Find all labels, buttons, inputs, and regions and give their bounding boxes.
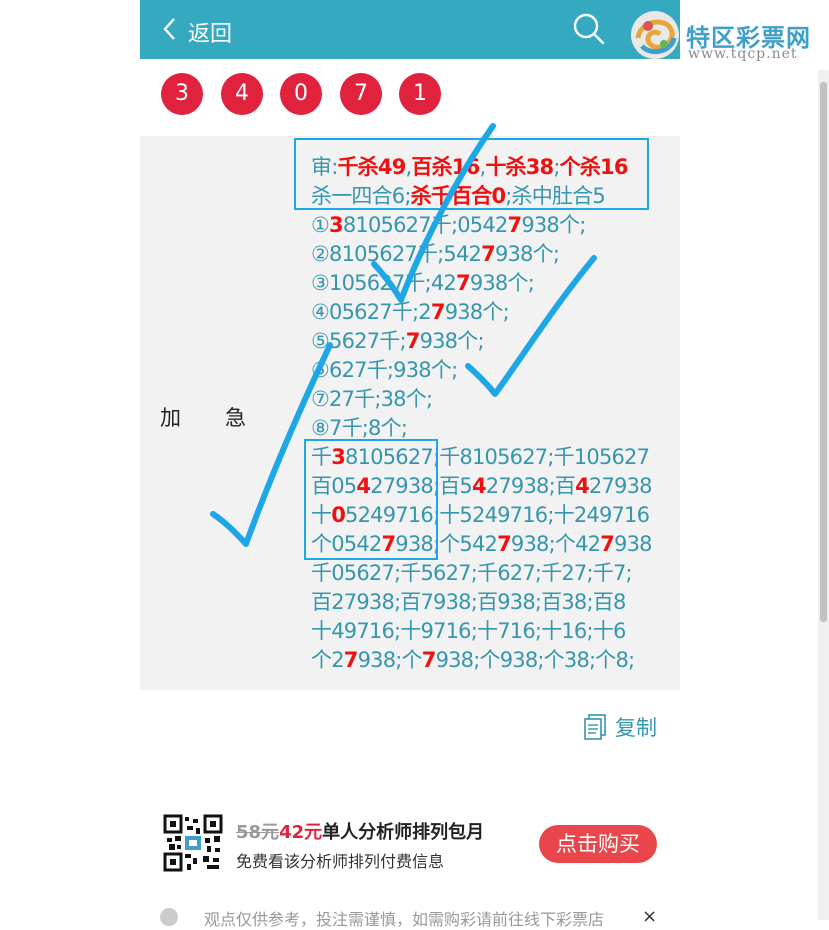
prediction-line: ③105627千;427938个;	[311, 269, 676, 298]
prediction-text-segment: ⑧7千;8个;	[311, 416, 408, 440]
site-logo: 特区彩票网 www.tqcp.net	[628, 6, 828, 66]
logo-url: www.tqcp.net	[688, 46, 798, 62]
disclaimer-text: 观点仅供参考，投注需谨慎，如需购彩请前往线下彩票店	[204, 910, 605, 929]
prediction-line: ①38105627千;05427938个;	[311, 211, 676, 240]
highlight-number: 3	[329, 213, 344, 237]
prediction-text-segment: 8105627千;0542	[342, 213, 508, 237]
buy-button[interactable]: 点击购买	[539, 825, 657, 863]
highlight-number: 7	[405, 329, 421, 353]
top-nav-bar: 返回	[140, 0, 680, 59]
highlight-box-column	[304, 439, 438, 560]
highlight-number: 7	[481, 242, 496, 266]
prediction-line: ⑥627千;938个;	[311, 356, 676, 385]
promo-title-text: 单人分析师排列包月	[322, 822, 485, 843]
promo-title: 58元42元单人分析师排列包月	[236, 818, 484, 844]
lottery-ball: 7	[340, 73, 382, 115]
prediction-text-segment: ④05627千;2	[311, 300, 432, 324]
prediction-text-segment: ②8105627千;542	[311, 242, 482, 266]
prediction-text-segment: 27938	[588, 474, 653, 498]
prediction-line: ⑦27千;38个;	[311, 385, 676, 414]
subscription-promo: 58元42元单人分析师排列包月 免费看该分析师排列付费信息 点击购买	[163, 814, 663, 874]
prediction-text: 审:千杀49,百杀16,十杀38;个杀16 杀一四合6;杀千百合0;杀中肚合5 ①3…	[311, 153, 676, 675]
copy-label: 复制	[615, 716, 657, 740]
close-icon[interactable]: ×	[642, 906, 657, 927]
highlight-number: 7	[421, 648, 437, 672]
prediction-text-segment: 938个;	[494, 242, 560, 266]
old-price: 58元	[236, 822, 280, 843]
highlight-number: 7	[456, 271, 471, 295]
prediction-line: 百27938;百7938;百938;百38;百8	[311, 588, 676, 617]
highlight-number: 4	[575, 474, 590, 498]
search-icon[interactable]	[572, 12, 606, 46]
lottery-ball: 4	[221, 73, 263, 115]
prediction-text-segment: 938个;	[469, 271, 535, 295]
scrollbar-thumb[interactable]	[820, 82, 827, 622]
highlight-number: 7	[343, 648, 359, 672]
promo-subtitle: 免费看该分析师排列付费信息	[236, 852, 445, 871]
prediction-line: 个27938;个7938;个938;个38;个8;	[311, 646, 676, 675]
side-label-char: 急	[225, 406, 246, 430]
prediction-text-segment: 938个;	[521, 213, 586, 237]
prediction-line: ②8105627千;5427938个;	[311, 240, 676, 269]
back-button[interactable]: 返回	[188, 16, 232, 48]
prediction-line: 千05627;千5627;千627;千27;千7;	[311, 559, 676, 588]
prediction-text-segment: ⑦27千;38个;	[311, 387, 433, 411]
prediction-text-segment: 938;个	[357, 648, 423, 672]
prediction-text-segment: 个2	[311, 648, 345, 672]
highlight-number: 4	[471, 474, 487, 498]
prediction-line: 十49716;十9716;十716;十16;十6	[311, 617, 676, 646]
chevron-left-icon[interactable]	[162, 17, 176, 41]
prediction-text-segment: 27938;百	[485, 474, 576, 498]
prediction-text-segment: ③105627千;42	[311, 271, 457, 295]
highlight-number: 7	[600, 532, 615, 556]
prediction-text-segment: ①	[311, 213, 330, 237]
prediction-text-segment: 十49716;十9716;十716;十16;十6	[311, 619, 626, 643]
prediction-text-segment: 百27938;百7938;百938;百38;百8	[311, 590, 626, 614]
prediction-text-segment: ⑥627千;938个;	[311, 358, 458, 382]
scrollbar[interactable]	[818, 70, 829, 920]
highlight-number: 7	[430, 300, 446, 324]
prediction-text-segment: 938个;	[444, 300, 510, 324]
prediction-line: ⑤5627千;7938个;	[311, 327, 676, 356]
logo-swirl-icon	[631, 11, 679, 59]
highlight-number: 7	[497, 532, 512, 556]
prediction-text-segment: 938	[614, 532, 652, 556]
prediction-panel: 加急 审:千杀49,百杀16,十杀38;个杀16 杀一四合6;杀千百合0;杀中肚合…	[140, 136, 680, 690]
side-label-char: 加	[160, 406, 181, 430]
qr-code-icon	[163, 814, 223, 872]
lottery-ball: 0	[280, 73, 322, 115]
info-icon	[160, 908, 178, 926]
prediction-text-segment: 938;个938;个38;个8;	[435, 648, 636, 672]
prediction-text-segment: 千05627;千5627;千627;千27;千7;	[311, 561, 633, 585]
lottery-ball: 1	[399, 73, 441, 115]
highlight-box-header	[294, 138, 649, 210]
lottery-ball: 3	[161, 73, 203, 115]
side-label: 加急	[160, 402, 246, 432]
document-icon	[584, 714, 606, 740]
new-price: 42元	[279, 822, 323, 843]
disclaimer-bar: 观点仅供参考，投注需谨慎，如需购彩请前往线下彩票店 ×	[160, 906, 660, 929]
highlight-number: 7	[507, 213, 523, 237]
prediction-text-segment: 938;个42	[510, 532, 601, 556]
prediction-text-segment: 938个;	[419, 329, 485, 353]
prediction-line: ④05627千;27938个;	[311, 298, 676, 327]
prediction-text-segment: ⑤5627千;	[311, 329, 407, 353]
copy-button[interactable]: 复制	[583, 712, 663, 742]
